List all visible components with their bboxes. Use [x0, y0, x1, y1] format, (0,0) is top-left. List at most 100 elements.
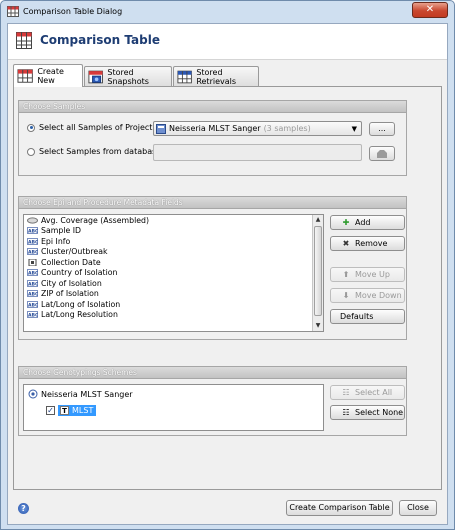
list-item[interactable]: ABC Lat/Long Resolution	[24, 310, 323, 321]
radio-button[interactable]	[27, 123, 35, 132]
button-label: Defaults	[340, 312, 374, 321]
tree-item-label: MLST	[72, 406, 94, 415]
list-item-label: Avg. Coverage (Assembled)	[41, 215, 150, 225]
list-item[interactable]: ABC Cluster/Outbreak	[24, 247, 323, 258]
list-item[interactable]: ABC Country of Isolation	[24, 268, 323, 279]
selected-item[interactable]: T MLST	[58, 405, 97, 416]
svg-text:ABC: ABC	[28, 313, 38, 318]
svg-text:ABC: ABC	[28, 229, 38, 234]
button-label: Select All	[355, 388, 393, 397]
title-bar[interactable]: Comparison Table Dialog ✕	[1, 1, 454, 23]
move-down-button[interactable]: ⬇ Move Down	[330, 288, 405, 303]
list-uncheck-icon: ☷	[342, 408, 350, 417]
tab-label: Create New	[37, 67, 64, 85]
svg-text:ABC: ABC	[28, 250, 38, 255]
radio-button[interactable]	[27, 147, 35, 156]
list-item[interactable]: Collection Date	[24, 257, 323, 268]
list-item-label: Epi Info	[41, 236, 71, 246]
list-check-icon: ☷	[342, 388, 350, 397]
button-label: Move Down	[355, 291, 402, 300]
scheme-type-icon: T	[60, 406, 69, 415]
group-heading: Choose Genotypings Schemes	[19, 367, 406, 379]
svg-text:ABC: ABC	[28, 302, 38, 307]
genotyping-schemes-group: Choose Genotypings Schemes Neisseria MLS…	[18, 366, 407, 436]
remove-field-button[interactable]: ✖ Remove	[330, 236, 405, 251]
defaults-button[interactable]: Defaults	[330, 309, 405, 324]
list-item-label: Collection Date	[41, 257, 101, 267]
oval-icon	[27, 217, 41, 224]
abc-icon: ABC	[27, 311, 41, 319]
help-icon[interactable]: ?	[18, 503, 29, 514]
camera-table-icon	[88, 70, 103, 83]
select-all-button[interactable]: ☷ Select All	[330, 385, 405, 400]
database-field[interactable]	[153, 144, 362, 161]
list-item[interactable]: ABC City of Isolation	[24, 278, 323, 289]
select-none-button[interactable]: ☷ Select None	[330, 405, 405, 420]
button-label: Remove	[355, 239, 388, 248]
project-select[interactable]: Neisseria MLST Sanger (3 samples) ▼	[153, 121, 362, 136]
move-up-button[interactable]: ⬆ Move Up	[330, 267, 405, 282]
button-label: Select None	[355, 408, 404, 417]
chevron-down-icon: ▼	[351, 125, 357, 133]
list-item-label: ZIP of Isolation	[41, 289, 99, 299]
button-label: Add	[355, 218, 371, 227]
arrow-down-icon: ⬇	[342, 291, 350, 300]
list-item[interactable]: ABC Sample ID	[24, 226, 323, 237]
calendar-icon	[27, 258, 41, 266]
database-browse-button[interactable]	[369, 146, 395, 161]
svg-text:ABC: ABC	[28, 271, 38, 276]
checkbox-checked[interactable]: ✓	[46, 406, 55, 415]
svg-text:ABC: ABC	[28, 281, 38, 286]
list-item[interactable]: ABC Epi Info	[24, 236, 323, 247]
scroll-up-arrow-icon[interactable]: ▲	[313, 215, 323, 225]
scheme-group-icon	[28, 389, 38, 399]
genotyping-tree[interactable]: Neisseria MLST Sanger ✓ T MLST	[23, 384, 324, 431]
arrow-up-icon: ⬆	[342, 270, 350, 279]
abc-icon: ABC	[27, 237, 41, 245]
abc-icon: ABC	[27, 269, 41, 277]
abc-icon: ABC	[27, 279, 41, 287]
list-item-label: Country of Isolation	[41, 268, 118, 278]
abc-icon: ABC	[27, 300, 41, 308]
svg-text:ABC: ABC	[28, 292, 38, 297]
tab-stored-retrievals[interactable]: Stored Retrievals	[173, 66, 259, 86]
abc-icon: ABC	[27, 227, 41, 235]
project-icon	[156, 123, 166, 134]
add-field-button[interactable]: ✚ Add	[330, 215, 405, 230]
list-item[interactable]: ABC Lat/Long of Isolation	[24, 299, 323, 310]
svg-text:ABC: ABC	[28, 239, 38, 244]
group-heading: Choose Epi and Procedure Metadata Fields	[19, 197, 406, 209]
table-icon	[16, 32, 32, 49]
radio-label: Select Samples from database:	[39, 147, 164, 156]
choose-samples-group: Choose Samples Select all Samples of Pro…	[18, 100, 407, 176]
list-item-label: Lat/Long Resolution	[41, 310, 118, 320]
list-item[interactable]: Avg. Coverage (Assembled)	[24, 215, 323, 226]
close-button[interactable]: Close	[399, 500, 437, 516]
database-icon	[377, 150, 387, 158]
metadata-fields-group: Choose Epi and Procedure Metadata Fields…	[18, 196, 407, 340]
table-icon	[17, 69, 33, 83]
radio-select-database[interactable]: Select Samples from database:	[27, 147, 164, 156]
window-close-button[interactable]: ✕	[412, 2, 448, 18]
tree-item-mlst[interactable]: ✓ T MLST	[46, 405, 97, 416]
tree-root-neisseria[interactable]: Neisseria MLST Sanger	[28, 389, 133, 399]
list-item-label: Cluster/Outbreak	[41, 247, 108, 257]
tree-root-label: Neisseria MLST Sanger	[41, 389, 133, 399]
scroll-down-arrow-icon[interactable]: ▼	[313, 321, 323, 331]
tab-stored-snapshots[interactable]: Stored Snapshots	[84, 66, 172, 86]
tab-create-new[interactable]: Create New	[13, 64, 83, 87]
cross-icon: ✖	[342, 239, 350, 248]
create-comparison-table-button[interactable]: Create Comparison Table	[286, 500, 393, 516]
list-item-label: Sample ID	[41, 226, 82, 236]
dialog-header: Comparison Table	[8, 24, 447, 60]
list-scrollbar[interactable]: ▲ ▼	[312, 215, 323, 331]
browse-project-button[interactable]: ...	[369, 122, 395, 136]
table-icon	[7, 6, 19, 17]
page-title: Comparison Table	[40, 33, 160, 47]
metadata-fields-list[interactable]: Avg. Coverage (Assembled) ABC Sample ID ABC…	[23, 214, 324, 332]
project-select-value: Neisseria MLST Sanger	[169, 124, 261, 133]
radio-select-project[interactable]: Select all Samples of Project:	[27, 123, 155, 132]
tab-label: Stored Retrievals	[196, 67, 237, 86]
scroll-thumb[interactable]	[314, 226, 322, 316]
list-item[interactable]: ABC ZIP of Isolation	[24, 289, 323, 300]
